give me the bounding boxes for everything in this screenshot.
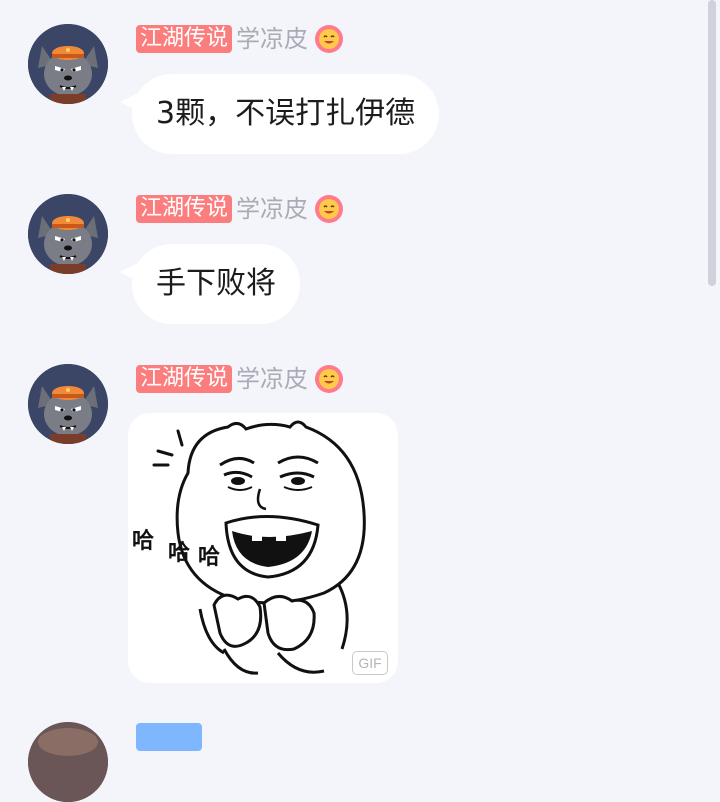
message-meta: 江湖传说 学凉皮	[136, 194, 344, 224]
chat-message: 江湖传说 学凉皮 哈 哈 哈 GIF	[0, 340, 700, 690]
nickname[interactable]: 学凉皮	[236, 364, 308, 394]
scrollbar[interactable]	[708, 0, 716, 286]
nickname[interactable]: 学凉皮	[236, 24, 308, 54]
sticker-caption: 哈	[198, 545, 221, 570]
chat-message-list[interactable]: 江湖传说 学凉皮 3颗，不误打扎伊德 江湖传说 学凉皮 手下败将 江湖传说 学凉…	[0, 0, 720, 802]
message-bubble[interactable]: 手下败将	[132, 244, 300, 324]
title-badge: 江湖传说	[136, 195, 233, 223]
sticker-caption: 哈	[132, 529, 155, 554]
user-avatar[interactable]	[28, 24, 108, 104]
message-meta	[136, 722, 206, 752]
user-avatar[interactable]	[28, 194, 108, 274]
nickname[interactable]: 学凉皮	[236, 194, 308, 224]
gif-badge: GIF	[352, 651, 388, 675]
title-badge	[136, 723, 202, 751]
message-meta: 江湖传说 学凉皮	[136, 24, 344, 54]
title-badge: 江湖传说	[136, 365, 233, 393]
smile-face-icon	[315, 195, 344, 223]
wolf-avatar-icon	[28, 24, 108, 104]
wolf-avatar-icon	[28, 194, 108, 274]
user-avatar[interactable]	[28, 364, 108, 444]
smile-face-icon	[315, 25, 344, 53]
chat-message: 江湖传说 学凉皮 手下败将	[0, 170, 700, 340]
avatar-partial	[28, 722, 108, 802]
sticker-caption: 哈	[168, 541, 191, 566]
title-badge: 江湖传说	[136, 25, 233, 53]
smile-face-icon	[315, 365, 344, 393]
sticker-message[interactable]: 哈 哈 哈 GIF	[128, 413, 398, 683]
message-meta: 江湖传说 学凉皮	[136, 364, 344, 394]
user-avatar[interactable]	[28, 722, 108, 802]
wolf-avatar-icon	[28, 364, 108, 444]
chat-message	[0, 696, 700, 802]
message-bubble[interactable]: 3颗，不误打扎伊德	[132, 74, 440, 154]
chat-message: 江湖传说 学凉皮 3颗，不误打扎伊德	[0, 0, 700, 170]
